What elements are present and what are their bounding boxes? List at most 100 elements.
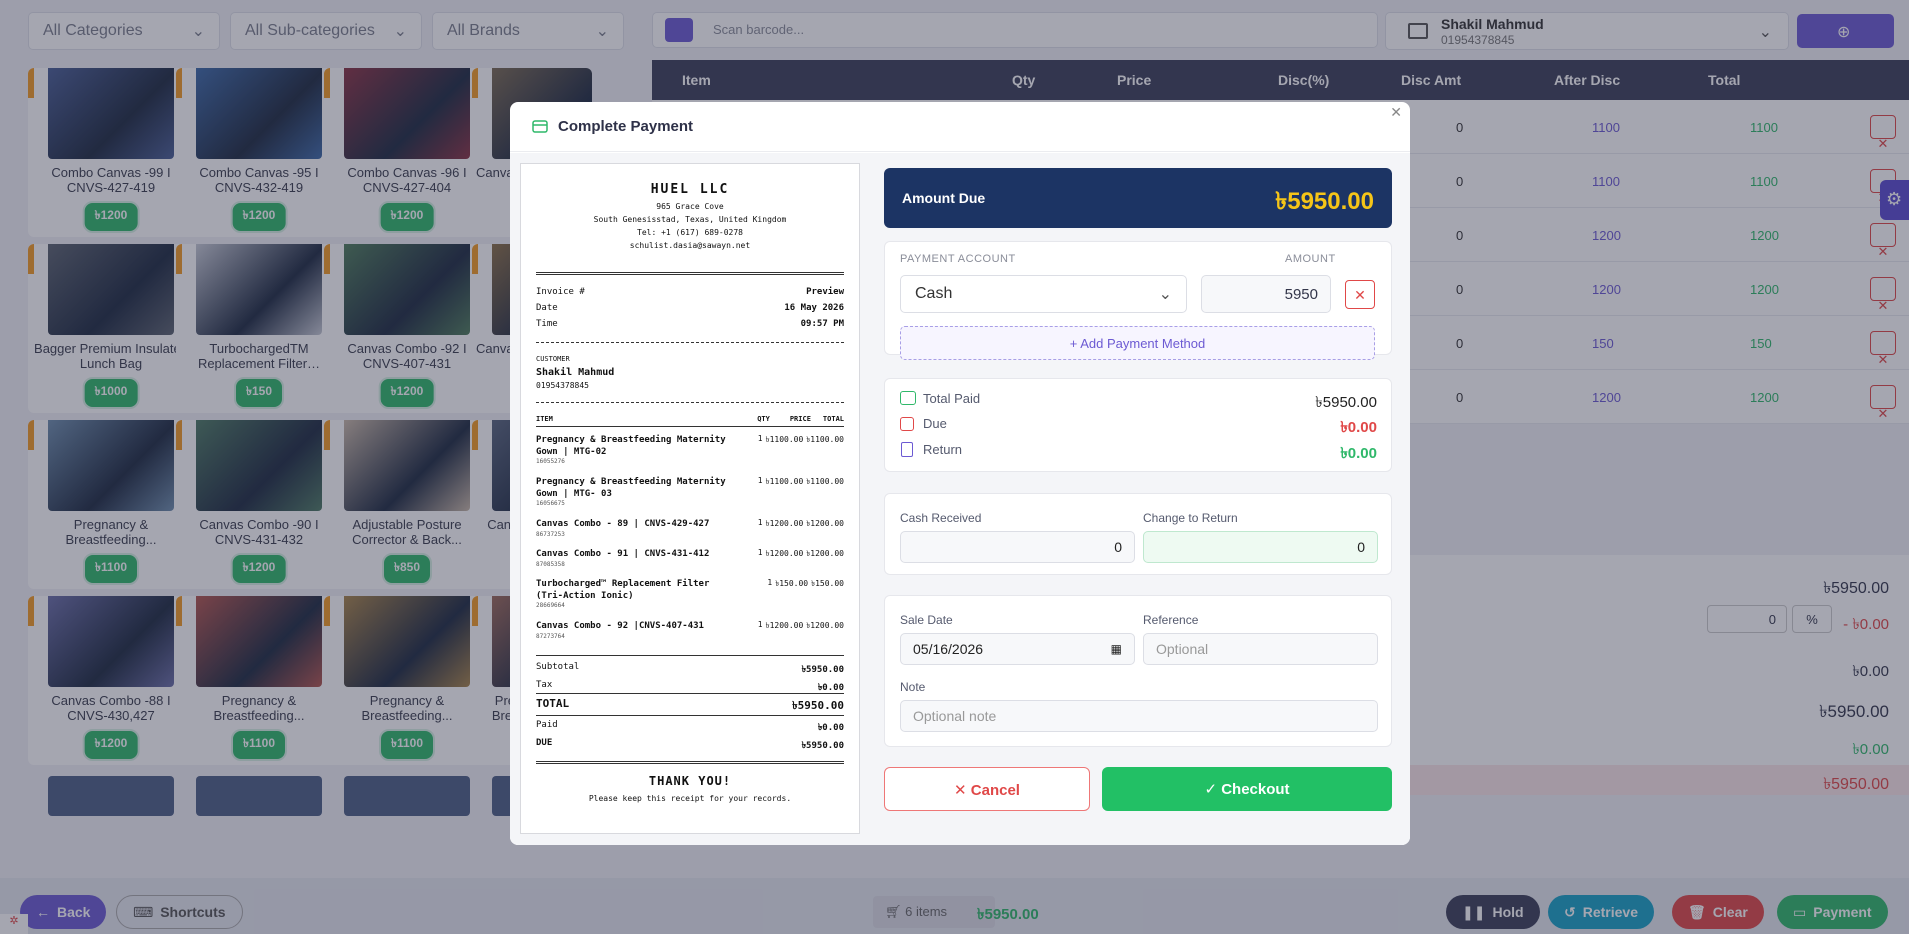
receipt-item-sku: 87273764 xyxy=(536,633,565,640)
reference-input[interactable]: Optional xyxy=(1143,633,1378,665)
receipt-item-total: ৳1200.00 xyxy=(806,519,844,528)
receipt-line-item: Turbocharged™ Replacement Filter (Tri-Ac… xyxy=(536,578,844,609)
change-label: Change to Return xyxy=(1143,511,1238,525)
receipt-tel: Tel: +1 (617) 689-0278 xyxy=(637,228,743,237)
receipt-item-price: ৳1200.00 xyxy=(765,621,804,630)
receipt-customer-phone: 01954378845 xyxy=(536,381,589,390)
receipt-item-total: ৳1200.00 xyxy=(806,549,844,558)
receipt-total-label: TOTAL xyxy=(536,697,570,710)
close-icon: ✕ xyxy=(954,782,971,799)
receipt-item-sku: 28669664 xyxy=(536,602,565,609)
payment-account-header: PAYMENT ACCOUNT xyxy=(900,253,1016,265)
receipt-item-price: ৳1100.00 xyxy=(765,435,804,444)
receipt-divider xyxy=(536,693,844,694)
amount-due-banner: Amount Due ৳5950.00 xyxy=(884,168,1392,228)
payment-totals-card: Total Paid ৳5950.00 Due ৳0.00 Return ৳0.… xyxy=(884,378,1392,472)
receipt-item-total: ৳1200.00 xyxy=(806,621,844,630)
receipt-due: ৳5950.00 xyxy=(801,741,844,751)
sale-date-label: Sale Date xyxy=(900,613,953,627)
receipt-paid: ৳0.00 xyxy=(817,723,844,733)
receipt-return-icon xyxy=(901,442,913,457)
complete-payment-modal: Complete Payment ✕ HUEL LLC 965 Grace Co… xyxy=(510,102,1410,845)
receipt-due-label: DUE xyxy=(536,738,553,748)
change-to-return-input[interactable]: 0 xyxy=(1143,531,1378,563)
receipt-divider xyxy=(536,342,844,343)
receipt-divider xyxy=(536,715,844,716)
receipt-address2: South Genesisstad, Texas, United Kingdom xyxy=(593,215,787,224)
amount-header: AMOUNT xyxy=(1285,253,1336,265)
receipt-divider xyxy=(536,426,844,427)
receipt-divider xyxy=(536,761,844,764)
checkout-button[interactable]: ✓ Checkout xyxy=(1102,767,1392,811)
receipt-col-item: ITEM xyxy=(536,415,553,423)
receipt-line-item: Canvas Combo - 91 | CNVS-431-412 1 ৳1200.0… xyxy=(536,548,844,568)
receipt-time-value: 09:57 PM xyxy=(800,319,844,329)
receipt-item-qty: 1 xyxy=(757,476,763,485)
receipt-item-name: Turbocharged™ Replacement Filter (Tri-Ac… xyxy=(536,579,710,601)
receipt-invoice-label: Invoice # xyxy=(536,287,585,297)
modal-header: Complete Payment xyxy=(510,102,1410,152)
total-paid-value: ৳5950.00 xyxy=(1315,394,1377,411)
receipt-subtotal-label: Subtotal xyxy=(536,662,580,672)
credit-card-icon xyxy=(532,120,548,133)
receipt-thanks: THANK YOU! xyxy=(648,774,732,788)
chevron-down-icon: ⌄ xyxy=(1158,286,1172,303)
due-value: ৳0.00 xyxy=(1340,419,1377,436)
payment-pane: Amount Due ৳5950.00 PAYMENT ACCOUNT AMOU… xyxy=(869,153,1410,845)
payment-amount-input[interactable]: 5950 xyxy=(1201,275,1331,313)
receipt-item-total: ৳1100.00 xyxy=(806,477,844,486)
cash-received-label: Cash Received xyxy=(900,511,982,525)
add-payment-method-button[interactable]: + Add Payment Method xyxy=(900,326,1375,360)
receipt-paid-label: Paid xyxy=(536,720,558,730)
receipt-line-item: Pregnancy & Breastfeeding Maternity Gown… xyxy=(536,476,844,507)
receipt-customer-name: Shakil Mahmud xyxy=(536,367,615,378)
receipt-col-price: PRICE xyxy=(789,415,811,423)
receipt-item-name: Pregnancy & Breastfeeding Maternity Gown… xyxy=(536,435,726,457)
calendar-icon[interactable]: ▦ xyxy=(1111,642,1122,656)
cancel-button[interactable]: ✕ Cancel xyxy=(884,767,1090,811)
receipt-item-qty: 1 xyxy=(757,548,763,557)
receipt-divider xyxy=(536,402,844,403)
receipt-date-value: 16 May 2026 xyxy=(784,303,844,313)
receipt-line-item: Pregnancy & Breastfeeding Maternity Gown… xyxy=(536,434,844,465)
modal-close-icon[interactable]: ✕ xyxy=(1390,104,1402,121)
receipt-time-label: Time xyxy=(536,319,558,329)
return-value: ৳0.00 xyxy=(1340,445,1377,462)
wallet-icon xyxy=(900,417,914,431)
receipt-item-name: Canvas Combo - 89 | CNVS-429-427 xyxy=(536,519,710,529)
plus-icon: + xyxy=(1069,336,1081,351)
receipt-item-qty: 1 xyxy=(767,578,773,587)
sale-date-input[interactable]: 05/16/2026 ▦ xyxy=(900,633,1135,665)
receipt-divider xyxy=(536,272,844,275)
receipt-item-qty: 1 xyxy=(757,620,763,629)
receipt-address1: 965 Grace Cove xyxy=(656,202,724,211)
money-icon xyxy=(900,391,916,405)
receipt-col-qty: QTY xyxy=(757,415,770,423)
total-paid-label: Total Paid xyxy=(923,391,981,406)
receipt-item-name: Pregnancy & Breastfeeding Maternity Gown… xyxy=(536,477,726,499)
receipt-line-item: Canvas Combo - 92 |CNVS-407-431 1 ৳1200.00… xyxy=(536,620,844,640)
payment-account-select[interactable]: Cash ⌄ xyxy=(900,275,1187,313)
receipt-email: schulist.dasia@sawayn.net xyxy=(629,241,751,250)
receipt-keep-note: Please keep this receipt for your record… xyxy=(588,794,792,803)
remove-payment-button[interactable]: ✕ xyxy=(1345,280,1375,309)
note-label: Note xyxy=(900,680,926,694)
due-label: Due xyxy=(923,416,947,431)
modal-title: Complete Payment xyxy=(558,118,694,135)
receipt-preview: HUEL LLC 965 Grace Cove South Genesissta… xyxy=(520,163,860,834)
cash-received-input[interactable]: 0 xyxy=(900,531,1135,563)
receipt-item-sku: 16056675 xyxy=(536,500,565,507)
close-icon: ✕ xyxy=(1354,287,1366,303)
receipt-item-name: Canvas Combo - 92 |CNVS-407-431 xyxy=(536,621,704,631)
receipt-item-name: Canvas Combo - 91 | CNVS-431-412 xyxy=(536,549,710,559)
receipt-item-qty: 1 xyxy=(757,518,763,527)
receipt-subtotal: ৳5950.00 xyxy=(801,665,844,675)
return-label: Return xyxy=(923,442,963,457)
receipt-item-total: ৳150.00 xyxy=(811,579,844,588)
receipt-company: HUEL LLC xyxy=(650,182,730,197)
receipt-item-sku: 86737253 xyxy=(536,531,565,538)
amount-due-value: ৳5950.00 xyxy=(1275,188,1374,215)
cash-card: Cash Received Change to Return 0 0 xyxy=(884,493,1392,575)
note-input[interactable]: Optional note xyxy=(900,700,1378,732)
receipt-item-sku: 16055276 xyxy=(536,458,565,465)
